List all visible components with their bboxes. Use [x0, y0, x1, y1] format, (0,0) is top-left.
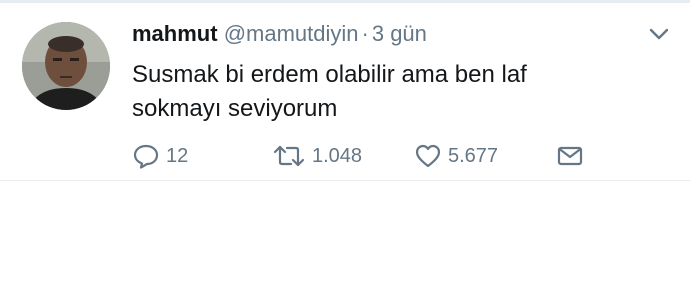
- reply-icon: [133, 144, 159, 169]
- heart-icon: [415, 144, 441, 168]
- retweet-icon: [273, 145, 305, 167]
- user-handle[interactable]: @mamutdiyin: [224, 21, 359, 46]
- tweet-text-line: Susmak bi erdem olabilir ama ben laf: [132, 61, 527, 88]
- reply-count: 12: [166, 144, 189, 167]
- tweet-text: Susmak bi erdem olabilir ama ben laf sok…: [132, 58, 652, 126]
- retweet-count: 1.048: [312, 144, 363, 167]
- separator-dot: ·: [361, 21, 369, 46]
- retweet-button[interactable]: 1.048: [272, 142, 362, 170]
- direct-message-button[interactable]: [556, 142, 590, 170]
- reply-button[interactable]: 12: [132, 142, 188, 170]
- like-count: 5.677: [448, 144, 499, 167]
- envelope-icon: [557, 146, 583, 166]
- tweet-header: mahmut @mamutdiyin · 3 gün: [132, 20, 427, 48]
- tweet-text-line: sokmayı seviyorum: [132, 95, 338, 122]
- like-button[interactable]: 5.677: [414, 142, 498, 170]
- tweet-card[interactable]: mahmut @mamutdiyin · 3 gün Susmak bi erdem…: [0, 0, 690, 181]
- avatar[interactable]: [22, 22, 110, 110]
- timestamp[interactable]: 3 gün: [372, 21, 427, 46]
- chevron-down-icon[interactable]: [648, 26, 670, 42]
- top-divider: [0, 0, 690, 3]
- display-name[interactable]: mahmut: [132, 21, 218, 46]
